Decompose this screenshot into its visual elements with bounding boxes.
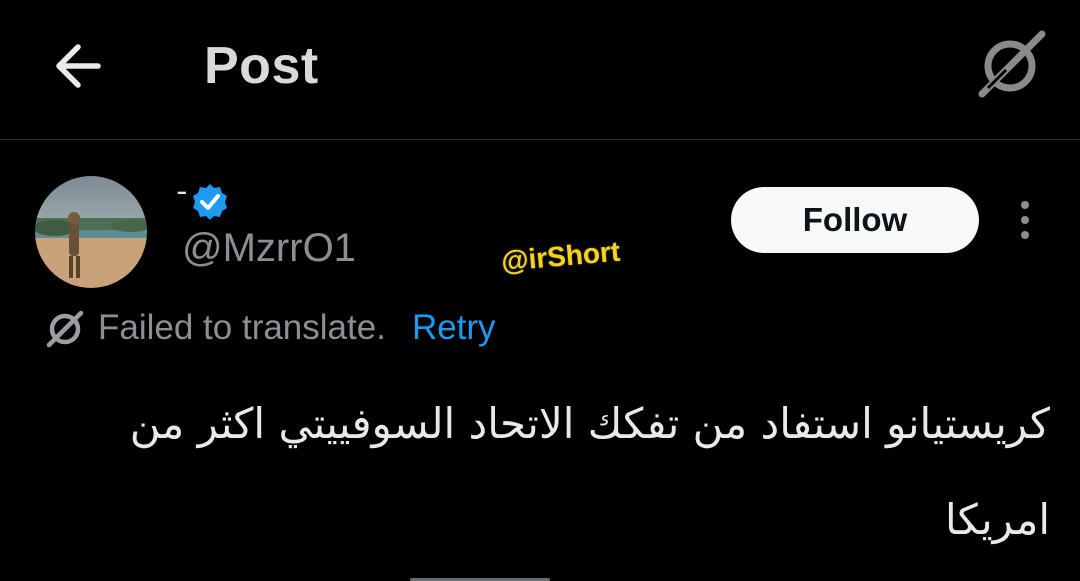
translation-status-text: Failed to translate. [98,308,386,347]
author-handle[interactable]: @MzrrO1 [182,226,356,271]
grok-button[interactable] [976,30,1048,98]
post-footer-partial [400,570,560,581]
avatar[interactable] [35,176,147,288]
arrow-left-icon [56,44,101,88]
more-vertical-icon [1021,201,1029,239]
translate-failed-icon [46,310,84,348]
follow-button[interactable]: Follow [731,187,979,253]
page-title: Post [204,37,319,95]
more-options-button[interactable] [1008,198,1042,242]
translation-status: Failed to translate. Retry [44,306,496,350]
top-bar: Post [0,0,1080,140]
grok-icon [978,30,1046,98]
post-text: كريستيانو استفاد من تفكك الاتحاد السوفيي… [129,399,1050,544]
author-display-name[interactable]: ـ [178,170,186,201]
retry-link[interactable]: Retry [412,308,496,348]
verified-badge-icon [190,182,230,222]
watermark-label: @irShort [500,235,622,277]
back-button[interactable] [50,38,110,94]
